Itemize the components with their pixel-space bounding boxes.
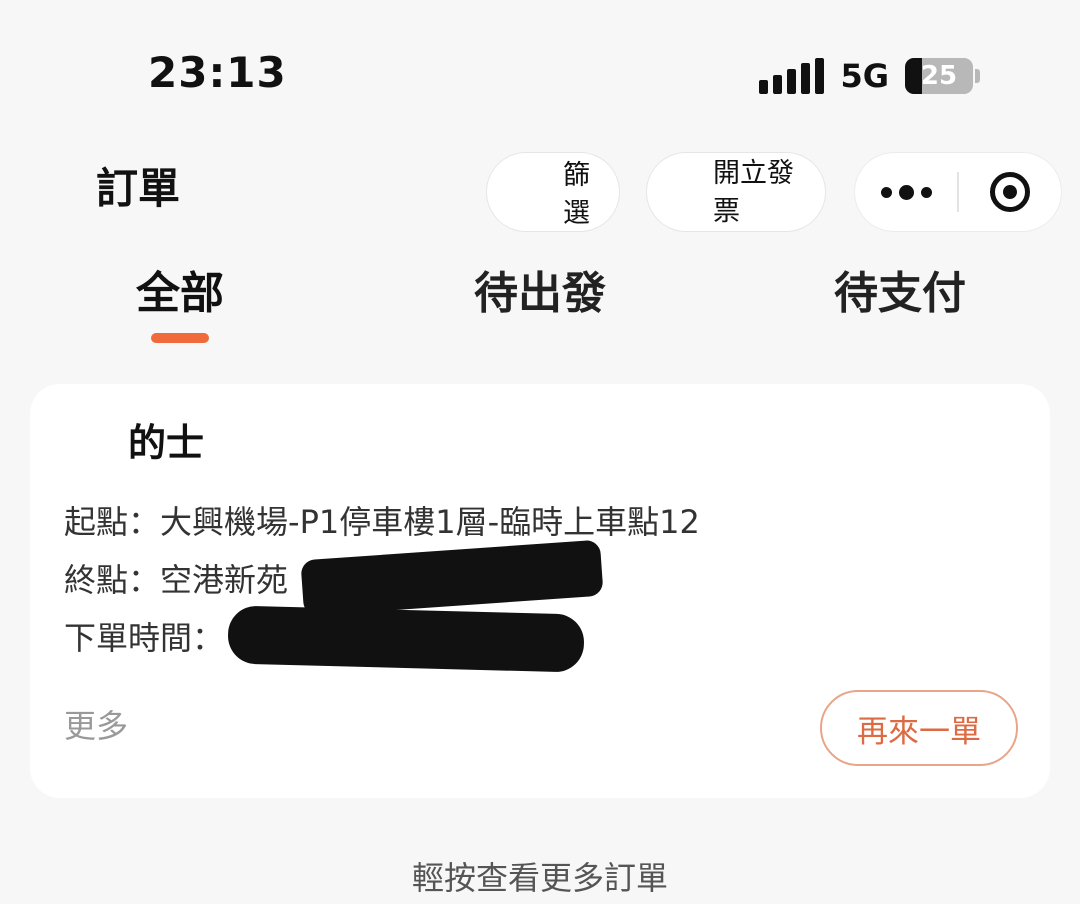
page-title: 訂單 <box>96 164 181 213</box>
issue-invoice-label: 開立發票 <box>713 158 794 227</box>
destination-label: 終點： <box>64 561 161 599</box>
destination-row: 終點：空港新苑 <box>64 564 288 596</box>
battery-level-text: 25 <box>920 61 958 91</box>
tab-pending-payment[interactable]: 待支付 <box>834 272 966 316</box>
more-link[interactable]: 更多 <box>64 710 128 742</box>
battery-cap <box>975 69 980 83</box>
battery-icon: 25 <box>905 58 973 94</box>
tab-pending-departure[interactable]: 待出發 <box>474 272 606 316</box>
status-indicators: 5G 25 <box>759 58 980 94</box>
redaction-mark <box>227 605 585 673</box>
destination-value: 空港新苑 <box>160 561 289 599</box>
signal-bars-icon <box>759 58 825 94</box>
close-ring <box>990 172 1030 212</box>
origin-label: 起點： <box>64 503 161 541</box>
redaction-mark <box>300 539 604 617</box>
dot <box>920 186 932 198</box>
reorder-button[interactable]: 再來一單 <box>820 690 1018 766</box>
filter-button-label: 篩選 <box>563 160 590 229</box>
dot <box>898 184 914 200</box>
origin-value: 大興機場-P1停車樓1層-臨時上車點12 <box>160 503 700 541</box>
close-target-icon[interactable] <box>959 153 1061 231</box>
service-type: 的士 <box>128 421 205 465</box>
issue-invoice-button[interactable]: 開立發票 <box>646 152 826 232</box>
more-dots-icon[interactable] <box>855 153 957 231</box>
order-card[interactable]: 的士 起點：大興機場-P1停車樓1層-臨時上車點12 終點：空港新苑 下單時間：… <box>30 384 1050 798</box>
status-time: 23:13 <box>148 48 287 97</box>
network-type: 5G <box>840 57 889 95</box>
mini-program-capsule <box>854 152 1062 232</box>
filter-button[interactable]: 篩選 <box>486 152 620 232</box>
order-time-label: 下單時間： <box>64 619 225 657</box>
origin-row: 起點：大興機場-P1停車樓1層-臨時上車點12 <box>64 506 700 538</box>
tab-all[interactable]: 全部 <box>136 272 224 316</box>
close-ring-center <box>1003 185 1017 199</box>
active-tab-indicator <box>151 333 209 343</box>
dot <box>880 186 892 198</box>
load-more-orders[interactable]: 輕按查看更多訂單 <box>0 862 1080 894</box>
order-time-row: 下單時間： <box>64 622 224 654</box>
